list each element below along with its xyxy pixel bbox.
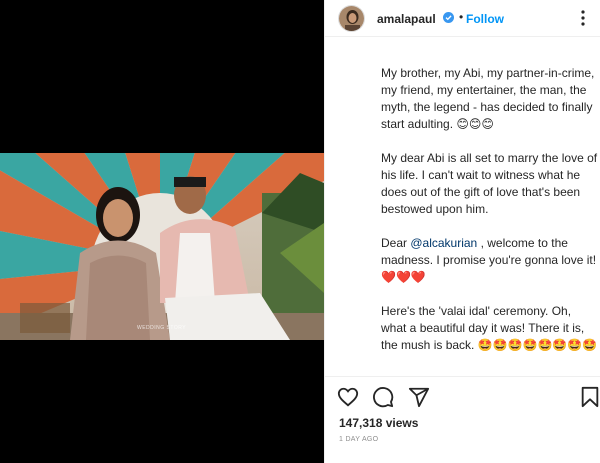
emoji-smile: 😊😊😊 (456, 117, 494, 131)
emoji-star-eyes: 🤩🤩🤩🤩🤩🤩🤩🤩 (477, 338, 598, 352)
comment-icon[interactable] (372, 386, 394, 408)
separator-dot: • (459, 10, 464, 24)
share-icon[interactable] (408, 386, 430, 408)
views-count[interactable]: 147,318 views (339, 416, 418, 430)
caption-text: My dear Abi is all set to marry the love… (381, 151, 598, 216)
emoji-hearts: ❤️❤️❤️ (381, 270, 426, 284)
save-icon[interactable] (579, 386, 600, 408)
post-media[interactable]: WEDDING STORY (0, 0, 324, 463)
post-side-panel: amalapaul • Follow My brother, my Abi, m… (324, 0, 600, 463)
caption-paragraph: My dear Abi is all set to marry the love… (381, 150, 599, 218)
mention-link[interactable]: @alcakurian (410, 236, 477, 250)
post-caption: My brother, my Abi, my partner-in-crime,… (381, 65, 599, 371)
caption-paragraph: Dear @alcakurian , welcome to the madnes… (381, 235, 599, 286)
action-bar (325, 376, 600, 416)
caption-paragraph: My brother, my Abi, my partner-in-crime,… (381, 65, 599, 133)
avatar[interactable] (338, 5, 365, 32)
avatar-image (339, 6, 364, 31)
verified-badge-icon (443, 12, 454, 23)
video-watermark: WEDDING STORY (137, 325, 187, 331)
follow-button[interactable]: Follow (466, 12, 504, 26)
heart-icon[interactable] (337, 386, 359, 408)
caption-paragraph: Here's the 'valai idal' ceremony. Oh, wh… (381, 303, 599, 354)
post-header: amalapaul • Follow (325, 0, 600, 37)
video-still (0, 153, 324, 340)
video-frame[interactable]: WEDDING STORY (0, 153, 324, 340)
post-timestamp[interactable]: 1 DAY AGO (339, 436, 378, 443)
username[interactable]: amalapaul (377, 12, 436, 26)
caption-text: Dear (381, 236, 411, 250)
more-icon[interactable] (575, 8, 591, 28)
